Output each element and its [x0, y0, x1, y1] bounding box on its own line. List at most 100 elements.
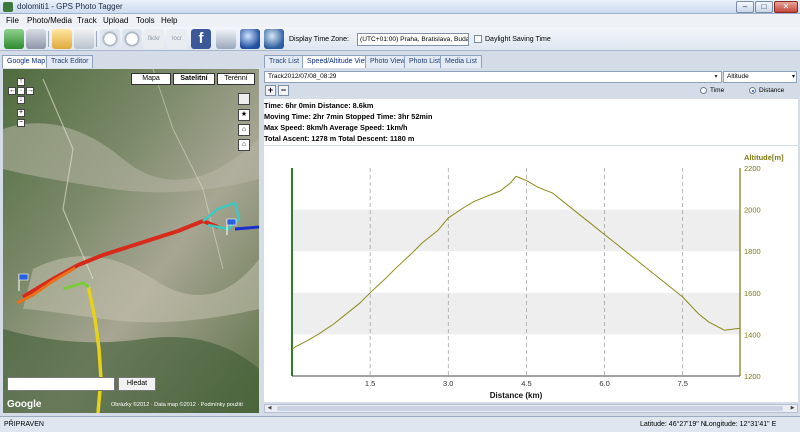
tab-media-list[interactable]: Media List [440, 55, 482, 68]
metric-select[interactable]: Altitude ▾ [723, 71, 797, 83]
timezone-label: Display Time Zone: [289, 36, 349, 43]
altitude-chart-svg: 1.5 3.0 4.5 6.0 7.5 1200 1400 1600 1800 2000 2200 A… [291, 153, 784, 400]
status-latitude: Latitude: 46°27'19" N [640, 421, 706, 428]
hiker-icon[interactable]: ⌂ [238, 124, 250, 136]
open-track-icon[interactable] [4, 29, 24, 49]
app-icon [3, 2, 13, 12]
radio-distance-label: Distance [759, 87, 785, 94]
grid-band [292, 292, 740, 335]
toolbar-separator [48, 31, 49, 47]
stat-speeds: Max Speed: 8km/h Average Speed: 1km/h [264, 123, 408, 132]
pan-down-icon[interactable]: ↓ [17, 96, 25, 104]
y-axis-label: Altitude[m] [744, 153, 784, 162]
chart-zoom-in-button[interactable]: + [265, 85, 276, 96]
map-type-terrain[interactable]: Terénní [217, 73, 255, 85]
scrollbar-thumb[interactable] [277, 406, 783, 411]
toolbar-separator [96, 31, 97, 47]
minimize-button[interactable]: – [736, 1, 754, 13]
pan-right-icon[interactable]: → [26, 87, 34, 95]
open-folder-icon[interactable] [52, 29, 72, 49]
radio-time-label: Time [710, 87, 725, 94]
map-type-mapa[interactable]: Mapa [131, 73, 171, 85]
menu-track[interactable]: Track [77, 16, 97, 25]
map-zoom-in-icon[interactable]: + [17, 109, 25, 117]
menu-photo-media[interactable]: Photo/Media [27, 16, 72, 25]
satellite-map[interactable]: Mapa Satelitní Terénní ↑ ← · → ↓ + − ★ ⌂… [3, 69, 259, 413]
y-tick-label: 1600 [744, 289, 761, 298]
map-search-button[interactable]: Hledat [118, 377, 156, 391]
export-icon[interactable] [216, 29, 236, 49]
y-tick-label: 2000 [744, 206, 761, 215]
y-tick-label: 1800 [744, 247, 761, 256]
stat-moving-stopped: Moving Time: 2hr 7min Stopped Time: 3hr … [264, 112, 433, 121]
stat-time-distance: Time: 6hr 0min Distance: 8.6km [264, 101, 374, 110]
streetview-pegman-icon[interactable] [238, 93, 250, 105]
x-axis-label: Distance (km) [490, 391, 543, 400]
chart-zoom-out-button[interactable]: − [278, 85, 289, 96]
menu-tools[interactable]: Tools [136, 16, 155, 25]
locr-icon[interactable]: locr [167, 29, 187, 49]
map-imagery [3, 69, 259, 413]
flickr-icon[interactable]: flickr [144, 29, 164, 49]
scroll-right-icon[interactable]: ▶ [788, 405, 797, 412]
tab-photo-list[interactable]: Photo List [404, 55, 446, 68]
tab-speed-altitude[interactable]: Speed/Altitude View [302, 55, 375, 68]
track-stats: Time: 6hr 0min Distance: 8.6km Moving Ti… [264, 99, 798, 145]
x-tick-label: 1.5 [365, 379, 375, 388]
tab-google-map[interactable]: Google Map [2, 55, 51, 68]
toolbar: flickr locr f Display Time Zone: (UTC+01… [0, 27, 800, 51]
window-title: dolomiti1 - GPS Photo Tagger [17, 2, 123, 11]
chevron-down-icon: ▾ [714, 74, 718, 80]
chevron-down-icon: ▾ [791, 74, 795, 80]
map-panel: Google Map Track Editor Mapa Satelitní T… [0, 52, 262, 416]
map-logo: Google [7, 399, 42, 410]
web-globe-icon[interactable] [264, 29, 284, 49]
y-tick-label: 1400 [744, 330, 761, 339]
altitude-chart[interactable]: 1.5 3.0 4.5 6.0 7.5 1200 1400 1600 1800 2000 2200 A… [264, 146, 798, 402]
menu-bar: File Photo/Media Track Upload Tools Help [0, 14, 800, 27]
close-button[interactable]: ✕ [774, 1, 798, 13]
menu-help[interactable]: Help [161, 16, 177, 25]
map-type-satellite[interactable]: Satelitní [173, 73, 215, 85]
menu-upload[interactable]: Upload [103, 16, 128, 25]
scroll-left-icon[interactable]: ◀ [265, 405, 274, 412]
home-icon[interactable]: ⌂ [238, 139, 250, 151]
speed-altitude-panel: Track List Speed/Altitude View Photo Vie… [262, 52, 800, 416]
radio-distance[interactable] [749, 87, 756, 94]
tab-track-editor[interactable]: Track Editor [46, 55, 94, 68]
status-bar: PŘIPRAVEN Latitude: 46°27'19" N Longitud… [0, 416, 800, 432]
menu-file[interactable]: File [6, 16, 19, 25]
radio-time[interactable] [700, 87, 707, 94]
star-icon[interactable]: ★ [238, 109, 250, 121]
track-select-value: Track2012/07/08_08:29 [268, 73, 337, 80]
map-footer: Obrázky ©2012 · Data map ©2012 · Podmínk… [111, 402, 243, 408]
pan-up-icon[interactable]: ↑ [17, 78, 25, 86]
clock-icon[interactable] [100, 29, 120, 49]
y-tick-label: 1200 [744, 372, 761, 381]
x-tick-label: 6.0 [599, 379, 609, 388]
x-tick-label: 7.5 [677, 379, 687, 388]
y-tick-label: 2200 [744, 164, 761, 173]
facebook-icon[interactable]: f [191, 29, 211, 49]
save-icon[interactable] [26, 29, 46, 49]
map-search-input[interactable] [7, 377, 115, 391]
dst-checkbox[interactable] [474, 35, 482, 43]
metric-select-value: Altitude [727, 73, 749, 80]
status-longitude: Longitude: 12°31'41" E [705, 421, 777, 428]
x-tick-label: 3.0 [443, 379, 453, 388]
photo-edit-icon[interactable] [74, 29, 94, 49]
pan-center-icon[interactable]: · [17, 87, 25, 95]
status-text: PŘIPRAVEN [4, 421, 44, 428]
timezone-select[interactable]: (UTC+01:00) Praha, Bratislava, Buda [357, 33, 469, 46]
tab-track-list[interactable]: Track List [264, 55, 305, 68]
time-sync-icon[interactable] [122, 29, 142, 49]
chart-scrollbar[interactable]: ◀ ▶ [264, 404, 798, 413]
grid-band [292, 209, 740, 252]
stat-ascent-descent: Total Ascent: 1278 m Total Descent: 1180… [264, 134, 415, 143]
maximize-button[interactable]: □ [755, 1, 773, 13]
map-zoom-out-icon[interactable]: − [17, 119, 25, 127]
track-select[interactable]: Track2012/07/08_08:29 ▾ [264, 71, 722, 83]
pan-left-icon[interactable]: ← [8, 87, 16, 95]
google-earth-icon[interactable] [240, 29, 260, 49]
title-bar: dolomiti1 - GPS Photo Tagger – □ ✕ [0, 0, 800, 14]
